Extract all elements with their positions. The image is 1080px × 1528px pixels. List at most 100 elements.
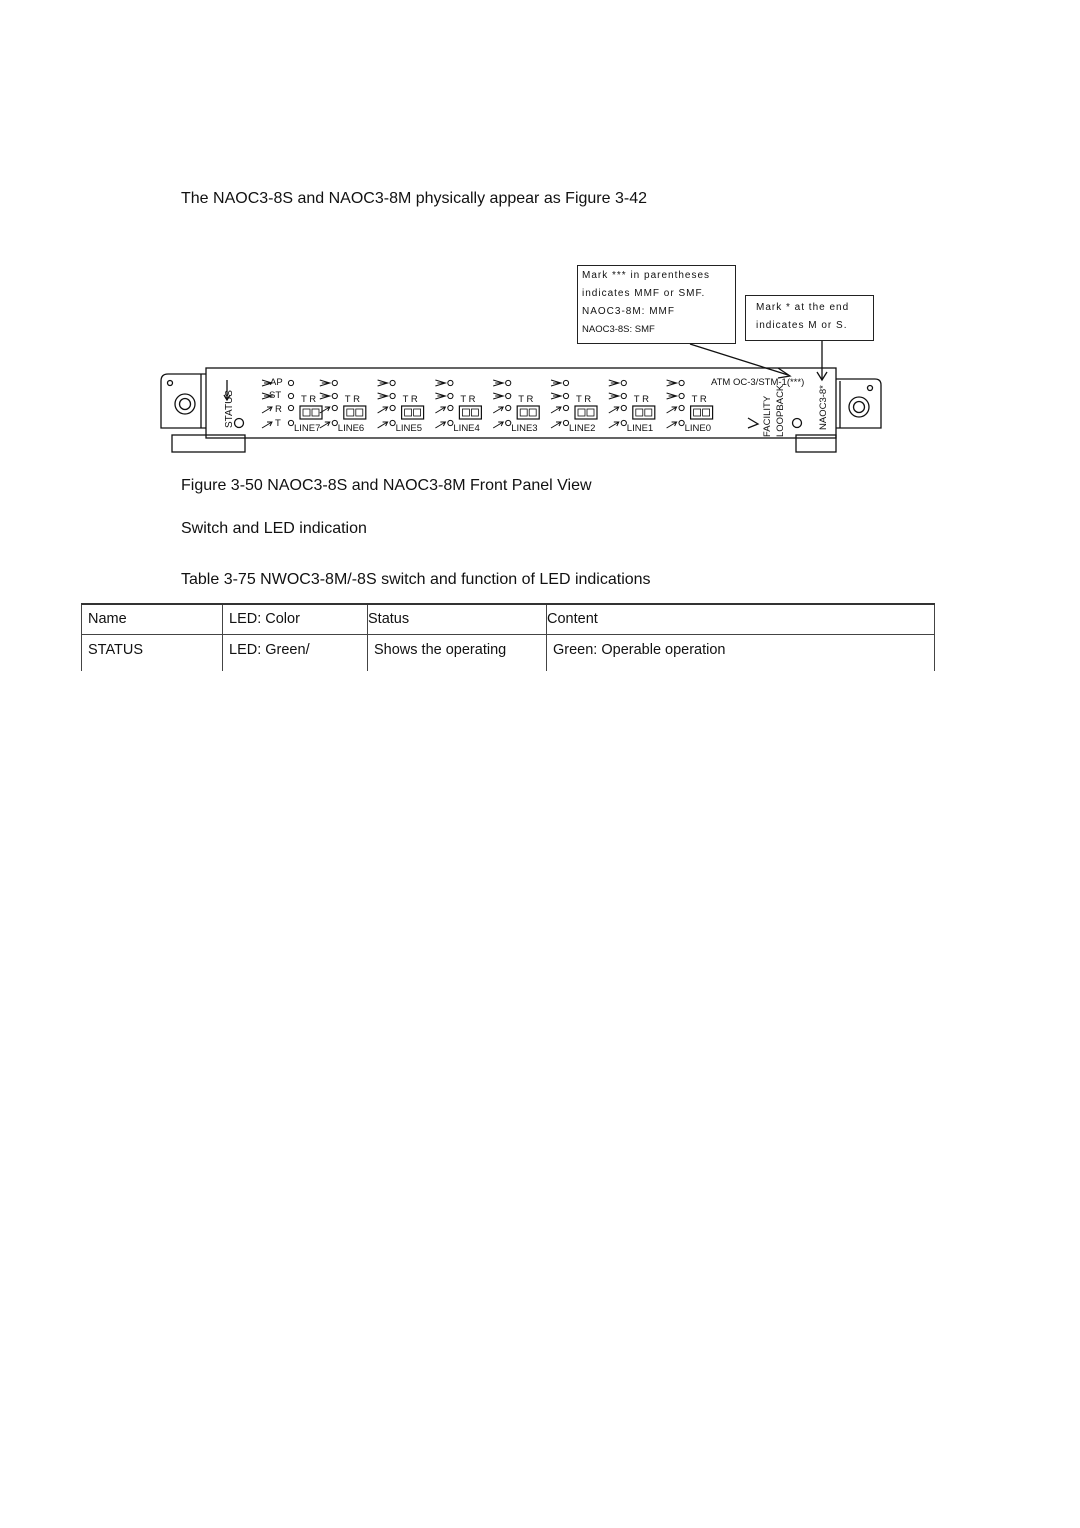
header-name: Name — [81, 603, 223, 635]
led-indicator — [287, 404, 295, 412]
facility-label: FACILITY — [762, 395, 773, 437]
arrow-icon — [377, 406, 389, 414]
led-indicator — [331, 392, 338, 400]
table-header-row: Name LED: Color Status Content — [81, 603, 935, 635]
line-label: LINE3 — [511, 423, 537, 434]
led-indicator — [331, 379, 338, 387]
header-led-color: LED: Color — [222, 603, 368, 635]
cell-name: STATUS — [81, 634, 223, 671]
led-indicator — [678, 379, 685, 387]
line-label: LINE1 — [627, 423, 653, 434]
led-label-t: T — [275, 418, 281, 429]
figure-caption: Figure 3-50 NAOC3-8S and NAOC3-8M Front … — [181, 477, 592, 494]
arrow-icon — [435, 392, 448, 400]
tr-label: T R — [576, 394, 591, 405]
cell-status: Shows the operating — [367, 634, 547, 671]
arrow-icon — [261, 406, 273, 414]
arrow-icon — [550, 406, 562, 414]
led-indicator — [447, 404, 454, 412]
loopback-label: LOOPBACK — [775, 384, 786, 437]
led-indicator — [505, 379, 512, 387]
tr-label: T R — [460, 394, 475, 405]
arrow-icon — [550, 421, 562, 429]
arrow-icon — [377, 392, 390, 400]
led-indicator — [620, 404, 627, 412]
line-label: LINE0 — [685, 423, 711, 434]
led-indicator — [505, 419, 512, 427]
arrow-icon — [319, 406, 331, 414]
led-indication-table: Name LED: Color Status Content STATUS LE… — [81, 603, 935, 671]
line-port-line4: T R LINE4 — [435, 379, 482, 434]
section-heading: Switch and LED indication — [181, 520, 367, 537]
led-indicator — [562, 419, 570, 427]
tr-label: T R — [692, 394, 707, 405]
arrow-icon — [550, 379, 563, 387]
led-indicator — [389, 419, 396, 427]
led-indicator — [389, 404, 396, 412]
led-indicator — [620, 392, 627, 400]
arrow-icon — [666, 421, 678, 429]
front-panel-figure: STATUS APSTRTT RLINE7T RLINE6T RLINE5T R… — [160, 341, 882, 453]
led-indicator — [389, 379, 396, 387]
arrow-icon — [608, 379, 621, 387]
tr-label: T R — [403, 394, 418, 405]
led-indicator — [620, 379, 627, 387]
arrow-icon — [608, 421, 620, 429]
led-indicator — [331, 404, 338, 412]
led-label-r: R — [275, 404, 282, 415]
led-indicator — [678, 404, 685, 412]
led-indicator — [287, 379, 295, 387]
arrow-icon — [377, 421, 389, 429]
callout-arrow — [689, 343, 789, 376]
line-label: LINE2 — [569, 423, 595, 434]
led-indicator — [447, 392, 454, 400]
arrow-icon — [435, 421, 447, 429]
led-indicator — [331, 419, 338, 427]
arrow-icon — [550, 392, 563, 400]
table-row: STATUS LED: Green/ Shows the operating G… — [81, 634, 935, 671]
arrow-icon — [261, 421, 273, 429]
led-indicator — [562, 392, 570, 400]
tr-label: T R — [301, 394, 316, 405]
tr-label: T R — [518, 394, 533, 405]
led-indicator — [678, 392, 685, 400]
led-indicator — [287, 392, 295, 400]
line-port-line3: T R LINE3 — [492, 379, 540, 434]
line-port-line7: T R LINE7 — [261, 379, 323, 434]
header-content: Content — [546, 603, 935, 635]
arrow-icon — [377, 379, 390, 387]
line-label: LINE6 — [338, 423, 364, 434]
atm-label: ATM OC-3/STM-1(***) — [711, 377, 804, 388]
right-mount-bracket — [836, 378, 882, 429]
tr-label: T R — [345, 394, 360, 405]
led-indicator — [562, 404, 570, 412]
arrow-icon — [319, 421, 331, 429]
arrow-icon — [319, 392, 332, 400]
led-indicator — [562, 379, 570, 387]
led-indicator — [678, 419, 685, 427]
status-led — [233, 417, 245, 429]
model-label: NAOC3-8* — [818, 385, 829, 430]
arrow-icon — [435, 379, 448, 387]
arrow-icon — [493, 392, 505, 400]
arrow-icon — [608, 406, 620, 414]
led-indicator — [389, 392, 396, 400]
line-label: LINE7 — [294, 423, 320, 434]
arrow-icon — [492, 421, 505, 429]
arrow-icon — [608, 392, 621, 400]
led-indicator — [505, 392, 512, 400]
led-indicator — [620, 419, 627, 427]
cell-led-color: LED: Green/ — [222, 634, 368, 671]
arrow-icon — [319, 379, 332, 387]
line-port-line1: T R LINE1 — [608, 379, 656, 434]
led-indicator — [447, 379, 454, 387]
line-port-line2: T R LINE2 — [550, 379, 598, 434]
arrow-icon — [492, 406, 505, 414]
led-indicator — [447, 419, 454, 427]
arrow-icon — [435, 406, 447, 414]
left-screw — [174, 393, 196, 415]
cell-content: Green: Operable operation — [546, 634, 935, 671]
tr-label: T R — [634, 394, 649, 405]
line-label: LINE4 — [453, 423, 479, 434]
arrow-icon — [666, 392, 679, 400]
